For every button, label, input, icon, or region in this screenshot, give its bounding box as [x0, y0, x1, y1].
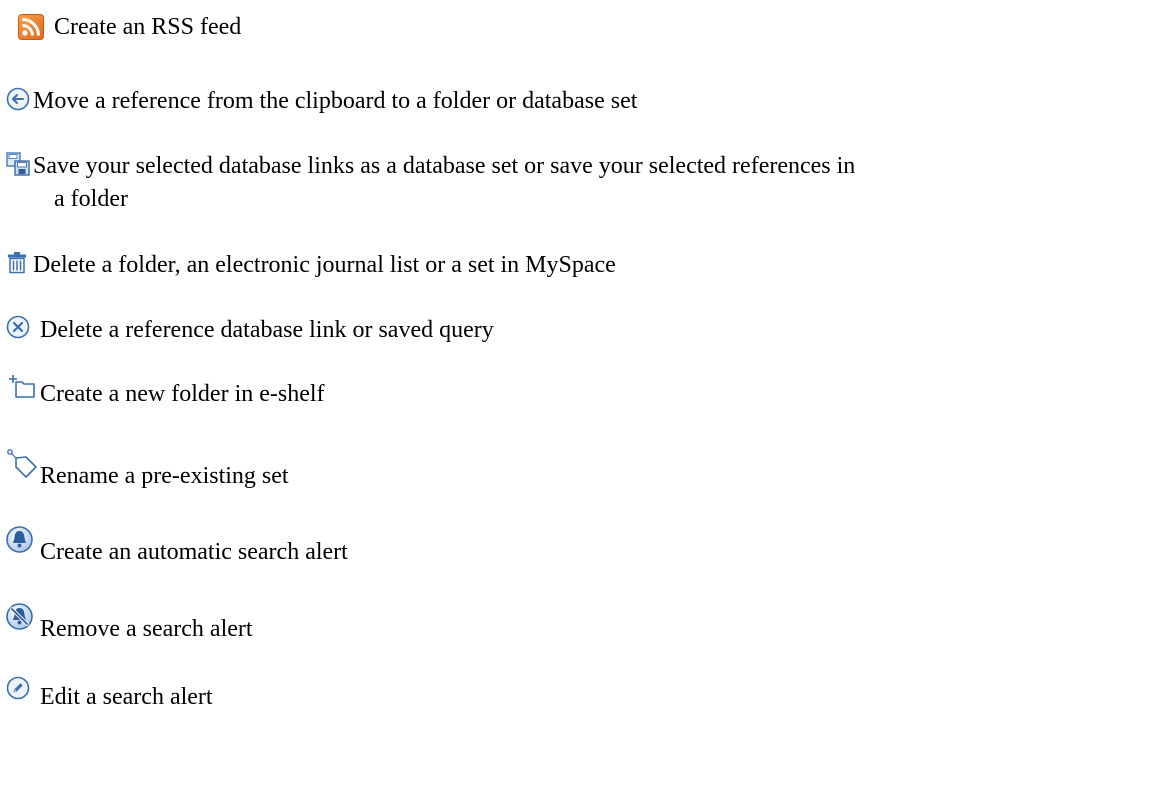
- edit-alert-icon: [6, 676, 30, 700]
- legend-text: Delete a reference database link or save…: [40, 317, 494, 343]
- remove-alert-icon: [6, 603, 33, 630]
- legend-text: Create an automatic search alert: [40, 539, 348, 565]
- legend-text: Delete a folder, an electronic journal l…: [33, 252, 616, 278]
- trash-icon: [8, 252, 26, 274]
- tag-icon: [7, 449, 37, 478]
- delete-x-icon: [6, 315, 30, 339]
- alert-bell-icon: [6, 526, 33, 553]
- legend-text-continued: a folder: [54, 186, 128, 212]
- rss-icon: [18, 14, 44, 40]
- legend-text: Rename a pre-existing set: [40, 463, 289, 489]
- legend-text: Remove a search alert: [40, 616, 253, 642]
- legend-text: Create an RSS feed: [54, 14, 242, 40]
- move-arrow-icon: [6, 87, 30, 111]
- legend-text: Move a reference from the clipboard to a…: [33, 88, 638, 114]
- new-folder-icon: [9, 375, 35, 398]
- save-icon: [6, 152, 30, 176]
- legend-text: Save your selected database links as a d…: [33, 153, 856, 179]
- legend-text: Edit a search alert: [40, 684, 213, 710]
- legend-text: Create a new folder in e-shelf: [40, 381, 325, 407]
